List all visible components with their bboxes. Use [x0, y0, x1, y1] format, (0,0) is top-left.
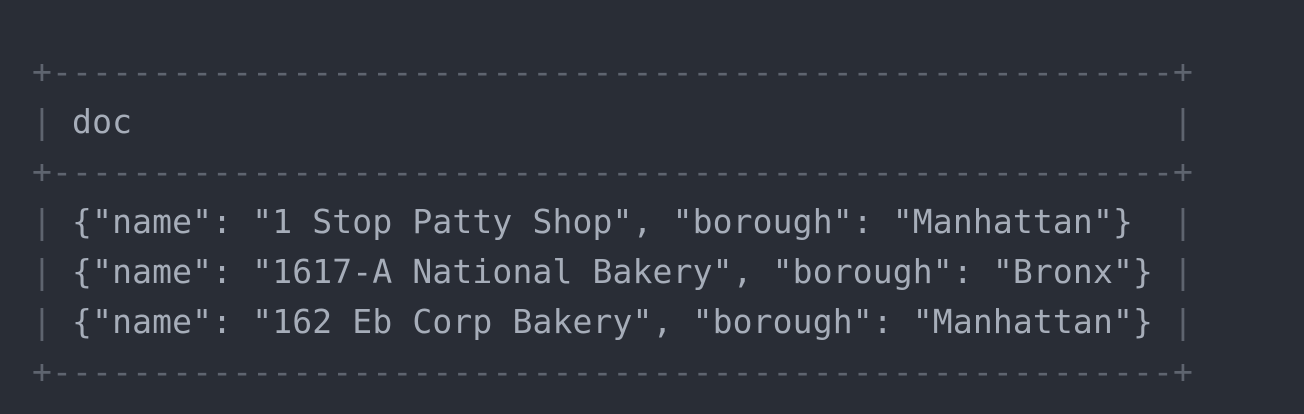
table-pipe: |	[1173, 252, 1194, 291]
table-pipe: |	[32, 252, 53, 291]
table-header-row: | doc |	[32, 97, 1304, 147]
table-cell-doc: {"name": "1 Stop Patty Shop", "borough":…	[52, 202, 1174, 241]
table-cell-doc: {"name": "1617-A National Bakery", "boro…	[52, 252, 1174, 291]
table-pipe: |	[1173, 302, 1194, 341]
table-pipe: |	[1173, 102, 1194, 141]
table-pipe: |	[32, 302, 53, 341]
table-row: | {"name": "1617-A National Bakery", "bo…	[32, 247, 1304, 297]
column-header-doc: doc	[52, 102, 1174, 141]
table-pipe: |	[1173, 202, 1194, 241]
table-row: | {"name": "1 Stop Patty Shop", "borough…	[32, 197, 1304, 247]
table-border-mid: +---------------------------------------…	[32, 152, 1194, 191]
table-pipe: |	[32, 202, 53, 241]
terminal-output: +---------------------------------------…	[0, 0, 1304, 414]
table-row: | {"name": "162 Eb Corp Bakery", "boroug…	[32, 297, 1304, 347]
table-border-top: +---------------------------------------…	[32, 52, 1194, 91]
table-pipe: |	[32, 102, 53, 141]
table-border-bottom: +---------------------------------------…	[32, 352, 1194, 391]
table-cell-doc: {"name": "162 Eb Corp Bakery", "borough"…	[52, 302, 1174, 341]
